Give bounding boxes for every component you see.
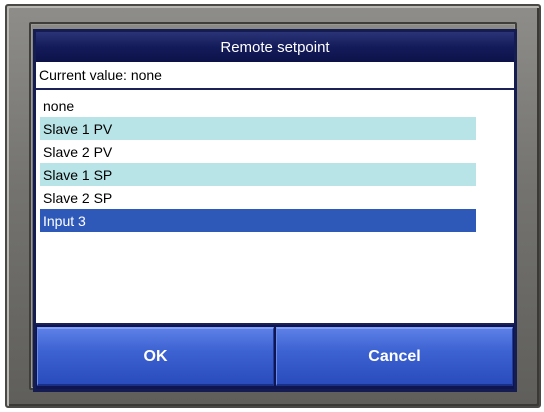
cancel-button[interactable]: Cancel <box>276 327 513 386</box>
list-item-none[interactable]: none <box>40 94 476 117</box>
ok-button[interactable]: OK <box>37 327 274 386</box>
list-item-input-3[interactable]: Input 3 <box>40 209 476 232</box>
list-item-slave-1-pv[interactable]: Slave 1 PV <box>40 117 476 140</box>
current-value-label: Current value: none <box>36 62 514 90</box>
list-item-slave-2-sp[interactable]: Slave 2 SP <box>40 186 476 209</box>
dialog-title: Remote setpoint <box>36 32 514 62</box>
list-item-slave-2-pv[interactable]: Slave 2 PV <box>40 140 476 163</box>
list-item-slave-1-sp[interactable]: Slave 1 SP <box>40 163 476 186</box>
remote-setpoint-dialog: Remote setpoint Current value: none none… <box>33 29 517 392</box>
option-list: none Slave 1 PV Slave 2 PV Slave 1 SP Sl… <box>36 90 514 325</box>
button-bar: OK Cancel <box>36 325 514 389</box>
